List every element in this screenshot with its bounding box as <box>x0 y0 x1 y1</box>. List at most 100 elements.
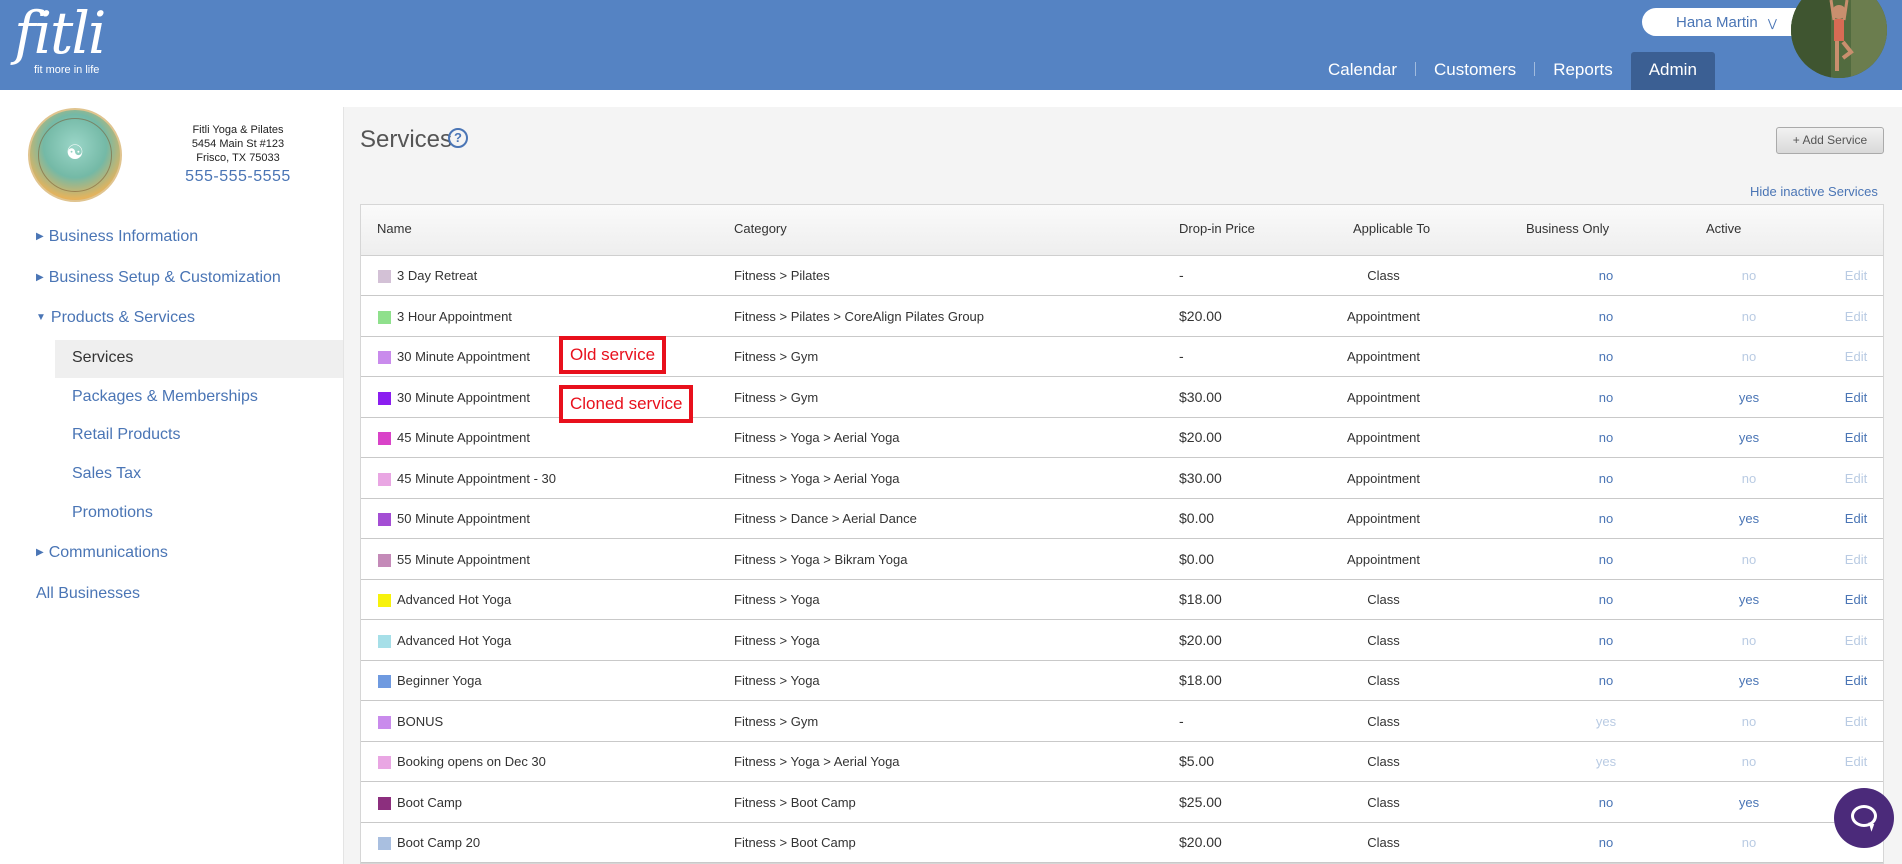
service-active: yes <box>1738 592 1760 607</box>
service-category: Fitness > Gym <box>734 389 819 405</box>
edit-link[interactable]: Edit <box>1841 390 1871 405</box>
sidebar-item-business-information[interactable]: ▶ Business Information <box>36 228 198 246</box>
sidebar-item-communications[interactable]: ▶ Communications <box>36 544 168 562</box>
sidebar-subitem-promotions[interactable]: Promotions <box>72 504 153 522</box>
edit-link[interactable]: Edit <box>1841 471 1871 486</box>
service-applicable-to: Class <box>1367 592 1400 607</box>
service-category: Fitness > Yoga > Aerial Yoga <box>734 430 900 445</box>
service-active: no <box>1741 470 1757 486</box>
service-active: no <box>1741 551 1757 567</box>
service-active: yes <box>1738 430 1760 445</box>
sidebar-subitem-services[interactable]: Services <box>72 349 133 367</box>
service-applicable-to: Class <box>1367 794 1400 810</box>
column-header-price[interactable]: Drop-in Price <box>1179 221 1255 236</box>
nav-customers[interactable]: Customers <box>1416 52 1534 90</box>
column-header-name[interactable]: Name <box>377 221 412 236</box>
nav-admin[interactable]: Admin <box>1630 52 1715 90</box>
service-business-only: yes <box>1595 713 1617 729</box>
service-active: no <box>1741 308 1757 324</box>
service-category: Fitness > Gym <box>734 713 819 729</box>
table-row[interactable]: 45 Minute Appointment Fitness > Yoga > Ae… <box>361 418 1883 458</box>
table-row[interactable]: 45 Minute Appointment - 30 Fitness > Yoga… <box>361 458 1883 499</box>
edit-link[interactable]: Edit <box>1841 349 1871 364</box>
service-name: 45 Minute Appointment - 30 <box>397 470 556 486</box>
nav-calendar[interactable]: Calendar <box>1310 52 1415 90</box>
service-category: Fitness > Boot Camp <box>734 835 856 850</box>
sidebar-item-label: Business Setup & Customization <box>48 269 281 286</box>
color-swatch <box>378 594 391 607</box>
service-price: $20.00 <box>1179 834 1222 850</box>
service-category: Fitness > Pilates > CoreAlign Pilates Gr… <box>734 308 985 324</box>
table-row[interactable]: Boot Camp Fitness > Boot Camp $25.00 Class n… <box>361 782 1883 823</box>
sidebar-item-business-setup[interactable]: ▶ Business Setup & Customization <box>36 269 281 287</box>
edit-link[interactable]: Edit <box>1841 430 1871 445</box>
column-header-applicable[interactable]: Applicable To <box>1353 221 1430 236</box>
service-business-only: no <box>1598 551 1614 567</box>
service-applicable-to: Appointment <box>1347 511 1420 526</box>
color-swatch <box>378 310 391 324</box>
table-row[interactable]: Booking opens on Dec 30 Fitness > Yoga > … <box>361 742 1883 782</box>
edit-link[interactable]: Edit <box>1841 673 1871 688</box>
service-name: 30 Minute Appointment <box>397 389 530 405</box>
service-price: $0.00 <box>1179 550 1215 567</box>
sidebar-subitem-packages[interactable]: Packages & Memberships <box>72 388 258 406</box>
chat-button[interactable] <box>1834 788 1894 848</box>
service-category: Fitness > Yoga <box>734 592 820 607</box>
service-business-only: no <box>1598 430 1614 445</box>
caret-down-icon: ▼ <box>36 312 46 323</box>
hide-inactive-link[interactable]: Hide inactive Services <box>1750 184 1878 199</box>
service-price: - <box>1179 267 1184 283</box>
help-icon[interactable]: ? <box>448 128 468 148</box>
table-row[interactable]: Advanced Hot Yoga Fitness > Yoga $18.00 Cla… <box>361 580 1883 620</box>
service-category: Fitness > Yoga > Aerial Yoga <box>734 470 900 486</box>
service-business-only: no <box>1598 308 1614 324</box>
business-address: Fitli Yoga & Pilates 5454 Main St #123 F… <box>168 123 308 165</box>
chevron-double-down-icon: ⋁ <box>1767 18 1777 30</box>
table-row[interactable]: 3 Hour Appointment Fitness > Pilates > Co… <box>361 296 1883 337</box>
avatar-photo <box>1791 0 1887 78</box>
sidebar-subitem-retail-products[interactable]: Retail Products <box>72 426 181 444</box>
column-header-category[interactable]: Category <box>734 221 787 236</box>
color-swatch <box>378 634 391 648</box>
column-header-active[interactable]: Active <box>1706 221 1741 236</box>
annotation-cloned-service: Cloned service <box>559 385 694 423</box>
edit-link[interactable]: Edit <box>1841 714 1871 729</box>
service-applicable-to: Appointment <box>1347 389 1420 405</box>
business-address-line2: Frisco, TX 75033 <box>196 152 280 164</box>
top-navigation-bar: fitli fit more in life Calendar Customer… <box>0 0 1902 90</box>
edit-link[interactable]: Edit <box>1841 268 1871 283</box>
sidebar-subitem-sales-tax[interactable]: Sales Tax <box>72 465 141 483</box>
table-row[interactable]: 55 Minute Appointment Fitness > Yoga > Bi… <box>361 539 1883 580</box>
table-row[interactable]: Advanced Hot Yoga Fitness > Yoga $20.00 Cla… <box>361 620 1883 661</box>
edit-link[interactable]: Edit <box>1841 633 1871 648</box>
service-business-only: no <box>1598 511 1614 526</box>
service-price: $20.00 <box>1179 429 1222 445</box>
table-row[interactable]: 50 Minute Appointment Fitness > Dance > A… <box>361 499 1883 539</box>
table-row[interactable]: Boot Camp 20 Fitness > Boot Camp $20.00 Cla… <box>361 823 1883 863</box>
service-name: BONUS <box>397 713 444 729</box>
caret-right-icon: ▶ <box>36 272 44 283</box>
business-phone[interactable]: 555-555-5555 <box>168 168 308 186</box>
edit-link[interactable]: Edit <box>1841 309 1871 324</box>
sidebar-item-all-businesses[interactable]: All Businesses <box>36 585 140 603</box>
table-row[interactable]: Beginner Yoga Fitness > Yoga $18.00 Class no… <box>361 661 1883 701</box>
service-applicable-to: Appointment <box>1347 308 1420 324</box>
table-row[interactable]: BONUS Fitness > Gym - Class yes no Edit <box>361 701 1883 742</box>
user-avatar[interactable] <box>1791 0 1887 78</box>
table-row[interactable]: 3 Day Retreat Fitness > Pilates - Class no no… <box>361 256 1883 296</box>
edit-link[interactable]: Edit <box>1841 511 1871 526</box>
color-swatch <box>378 796 391 810</box>
sidebar-item-products-services[interactable]: ▼ Products & Services <box>36 309 195 327</box>
add-service-button[interactable]: + Add Service <box>1776 127 1884 154</box>
service-business-only: no <box>1598 794 1614 810</box>
service-applicable-to: Class <box>1367 713 1400 729</box>
edit-link[interactable]: Edit <box>1841 552 1871 567</box>
service-name: 30 Minute Appointment <box>397 349 530 364</box>
column-header-business-only[interactable]: Business Only <box>1526 221 1609 236</box>
fitli-logo[interactable]: fitli fit more in life <box>14 4 106 76</box>
nav-reports[interactable]: Reports <box>1535 52 1631 90</box>
service-name: Booking opens on Dec 30 <box>397 754 546 769</box>
edit-link[interactable]: Edit <box>1841 754 1871 769</box>
user-name: Hana Martin <box>1676 14 1758 31</box>
edit-link[interactable]: Edit <box>1841 592 1871 607</box>
